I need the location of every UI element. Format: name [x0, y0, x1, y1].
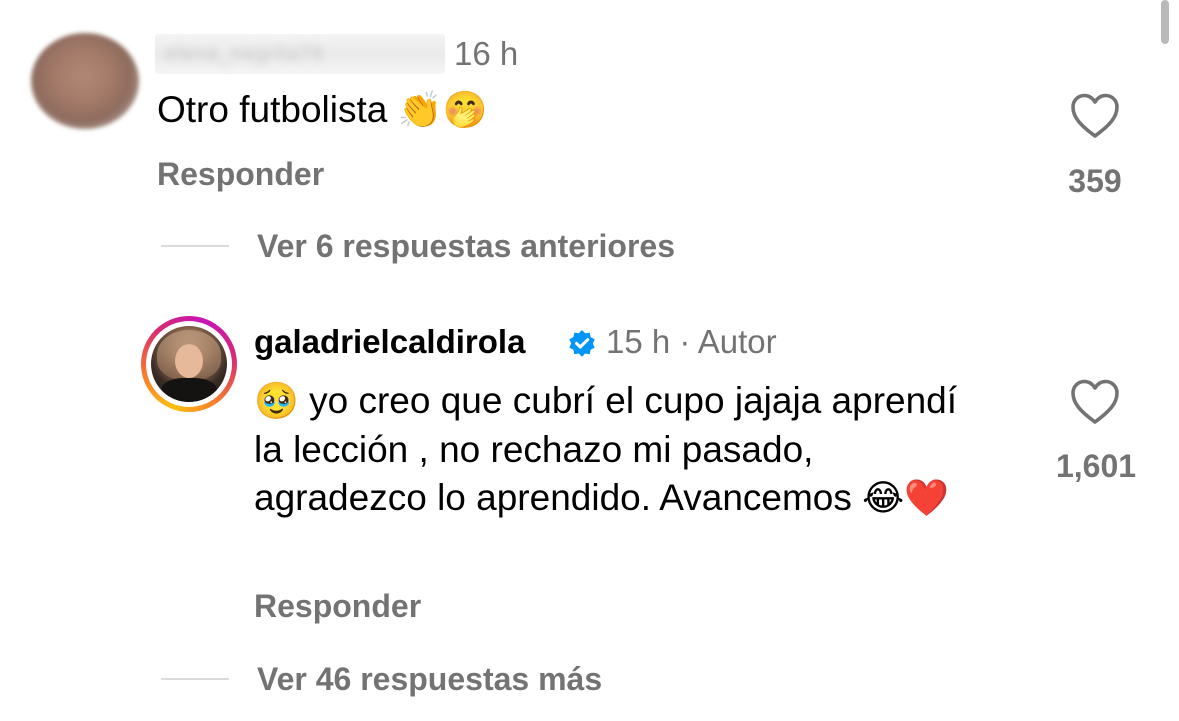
- meta-separator: ·: [679, 323, 691, 360]
- comment-trailing-emojis: 😂❤️: [862, 478, 950, 519]
- avatar[interactable]: [31, 33, 139, 129]
- comment-emojis: 👏🤭: [397, 90, 488, 131]
- thread-divider: [161, 245, 229, 247]
- like-count: 1,601: [1055, 448, 1137, 484]
- comment-username: elena_negrita79: [165, 43, 324, 65]
- story-ring-avatar[interactable]: [141, 316, 237, 412]
- comment-meta: 15 h · Autor: [606, 323, 777, 361]
- author-tag: Autor: [697, 323, 777, 360]
- comment-body: Otro futbolista: [157, 89, 388, 130]
- view-more-replies-label[interactable]: Ver 46 respuestas más: [257, 661, 602, 698]
- like-count: 359: [1068, 163, 1122, 199]
- verified-badge-icon: [569, 330, 595, 357]
- reply-button[interactable]: Responder: [157, 156, 324, 193]
- comment-lead-emoji: 🥹: [254, 381, 299, 422]
- comment-body: yo creo que cubrí el cupo jajaja aprendí…: [254, 380, 958, 518]
- reply-button[interactable]: Responder: [254, 588, 421, 625]
- comment-username-blurred[interactable]: elena_negrita79: [155, 34, 445, 74]
- heart-outline-icon[interactable]: [1070, 379, 1120, 425]
- comment-username[interactable]: galadrielcaldirola: [254, 323, 525, 361]
- scrollbar[interactable]: [1161, 0, 1169, 44]
- comment-text: Otro futbolista 👏🤭: [157, 89, 487, 131]
- heart-outline-icon[interactable]: [1070, 93, 1120, 139]
- comments-screen: elena_negrita79 16 h Otro futbolista 👏🤭 …: [0, 0, 1179, 721]
- view-previous-replies-label[interactable]: Ver 6 respuestas anteriores: [257, 228, 675, 265]
- comment-timestamp: 15 h: [606, 323, 671, 360]
- thread-divider: [161, 678, 229, 680]
- avatar[interactable]: [151, 326, 227, 402]
- comment-timestamp: 16 h: [454, 35, 519, 72]
- comment-text: 🥹 yo creo que cubrí el cupo jajaja apren…: [254, 377, 974, 523]
